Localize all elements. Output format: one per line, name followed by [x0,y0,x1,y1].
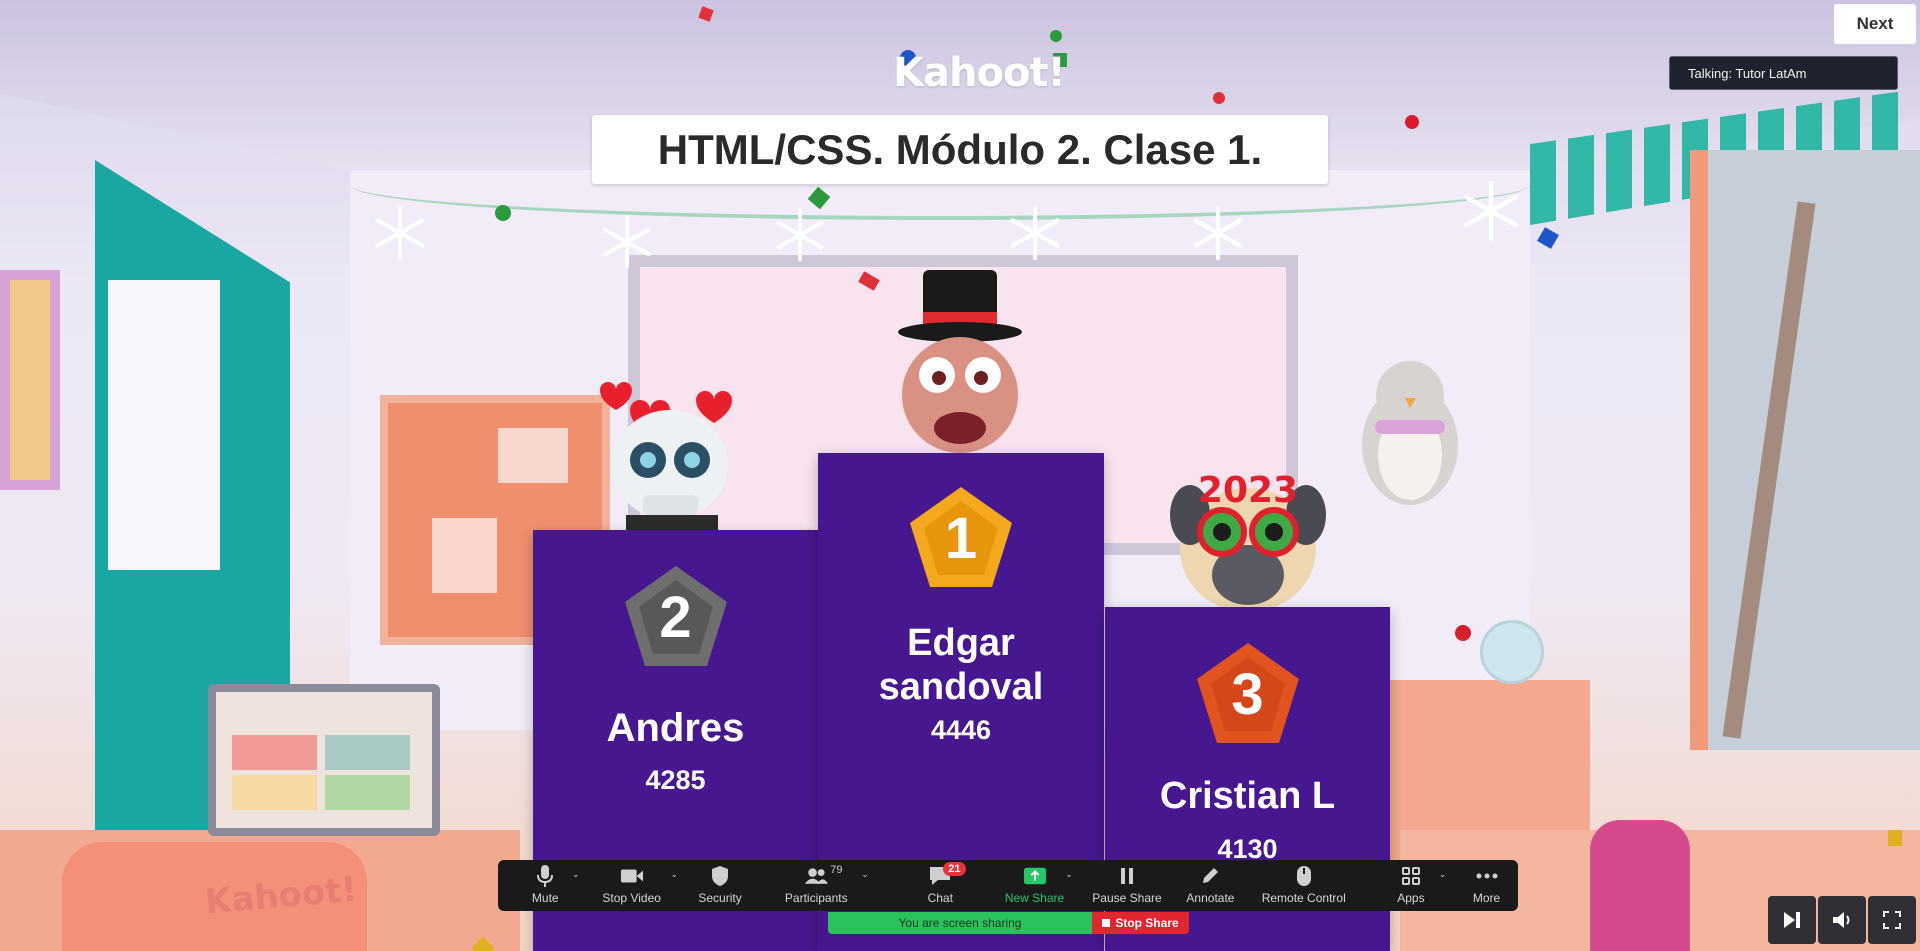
mute-button[interactable]: Mute ⌄ [506,860,585,911]
participants-count: 79 [830,864,843,876]
chevron-down-icon[interactable]: ⌄ [1439,869,1447,880]
pug-avatar: 2023 [1170,470,1326,610]
apps-label: Apps [1397,891,1425,905]
skull-avatar [600,382,732,533]
player-name: Cristian L [1159,775,1336,817]
snowflake-icon [1010,205,1060,261]
remote-control-button[interactable]: Remote Control [1251,860,1357,911]
rank-number: 1 [944,505,978,571]
pause-share-label: Pause Share [1092,891,1162,905]
shield-icon [708,864,732,888]
microphone-icon [533,864,557,888]
chair [1590,820,1690,951]
ellipsis-icon [1475,864,1499,888]
avatar-glasses-text: 2023 [1198,470,1298,511]
confetti [1050,30,1062,42]
share-arrow-icon [1023,864,1047,888]
security-label: Security [698,891,742,905]
stop-square-icon [1102,919,1111,927]
snowflake-icon [603,215,651,269]
annotate-label: Annotate [1186,891,1235,905]
participants-label: Participants [784,891,848,905]
snowflake-icon [1463,180,1519,242]
sharing-status: You are screen sharing [898,916,1022,930]
more-button[interactable]: More [1455,860,1518,911]
confetti [1455,625,1471,641]
pencil-icon [1198,864,1222,888]
snowflake-icon [1193,205,1243,261]
snowflake-icon [375,205,425,261]
sticky-note [432,518,497,593]
penguin-decoration [1362,361,1458,505]
snow-globe [1480,620,1544,684]
rank-badge-first: 1 [902,483,1020,593]
rank-number: 3 [1231,661,1264,727]
title-banner: HTML/CSS. Módulo 2. Clase 1. [592,115,1328,184]
new-share-label: New Share [1004,891,1065,905]
talking-indicator: Talking: Tutor LatAm [1669,56,1898,90]
confetti [1405,115,1419,129]
player-name: Andres [606,706,745,750]
laptop-tile [232,735,317,770]
player-name: Edgar sandoval [878,622,1044,708]
chevron-down-icon[interactable]: ⌄ [671,869,679,880]
kahoot-logo: Kahoot! [893,50,1066,96]
new-share-button[interactable]: New Share ⌄ [995,860,1074,911]
chevron-down-icon[interactable]: ⌄ [1065,869,1073,880]
snowflake-icon [776,208,824,262]
apps-button[interactable]: Apps ⌄ [1367,860,1455,911]
stop-share-button[interactable]: Stop Share [1092,912,1189,934]
chat-label: Chat [927,891,953,905]
stop-share-label: Stop Share [1115,916,1179,930]
meeting-toolbar: Mute ⌄ Stop Video ⌄ Security 79 Particip… [498,860,1518,911]
next-button[interactable]: Next [1834,4,1916,44]
door-window [108,280,220,570]
laptop-tile [232,775,317,810]
video-camera-icon [620,864,644,888]
participants-button[interactable]: 79 Participants ⌄ [761,860,871,911]
volume-button[interactable] [1818,896,1866,944]
page-title: HTML/CSS. Módulo 2. Clase 1. [657,125,1263,173]
confetti [1213,92,1225,104]
chevron-down-icon[interactable]: ⌄ [572,869,580,880]
rank-badge-second: 2 [621,562,731,672]
confetti [1537,227,1559,249]
player-score: 4285 [645,765,706,795]
chat-badge: 21 [943,862,966,876]
more-label: More [1472,891,1501,905]
chevron-down-icon[interactable]: ⌄ [861,869,869,880]
rank-number: 2 [659,584,692,650]
pause-icon [1115,864,1139,888]
rank-badge-third: 3 [1190,639,1306,749]
mouse-icon [1292,864,1316,888]
laptop-tile [325,735,410,770]
wall-frame [0,270,60,490]
cat-avatar [898,270,1022,453]
apps-icon [1399,864,1423,888]
laptop-tile [325,775,410,810]
confetti [1888,830,1902,846]
player-score: 4446 [930,715,992,745]
security-button[interactable]: Security [679,860,761,911]
skip-button[interactable] [1768,896,1816,944]
sticky-note [498,428,568,483]
fullscreen-icon [1883,911,1901,929]
pause-share-button[interactable]: Pause Share [1084,860,1170,911]
remote-control-label: Remote Control [1261,891,1346,905]
skip-icon [1784,912,1800,928]
chat-button[interactable]: 21 Chat [885,860,995,911]
stop-video-button[interactable]: Stop Video ⌄ [585,860,679,911]
speaker-icon [1833,912,1850,928]
stop-video-label: Stop Video [602,891,661,905]
screen-sharing-bar: You are screen sharing [828,912,1092,934]
mute-label: Mute [531,891,559,905]
fullscreen-button[interactable] [1868,896,1916,944]
confetti [495,205,511,221]
annotate-button[interactable]: Annotate [1170,860,1251,911]
participants-icon [804,864,829,888]
